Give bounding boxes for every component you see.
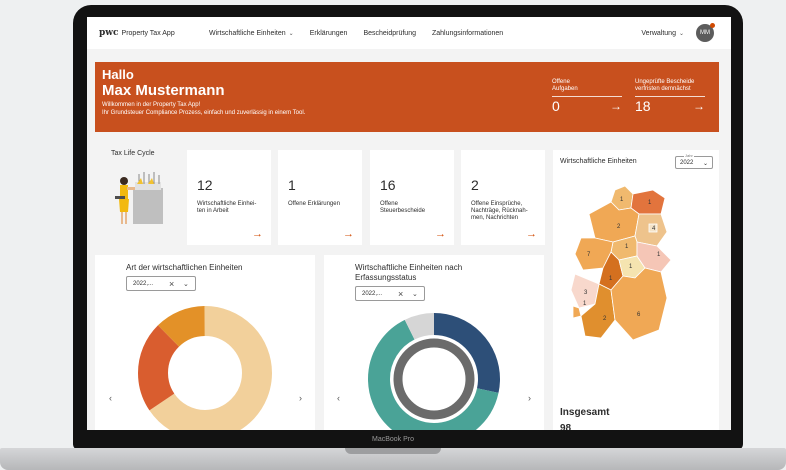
unit-type-donut-chart xyxy=(138,306,272,430)
welcome-banner: Hallo Max Mustermann Willkommen in der P… xyxy=(95,62,719,132)
app-screen: pwc Property Tax App Wirtschaftliche Ein… xyxy=(87,17,731,430)
unit-type-chart-title: Art der wirtschaftlichen Einheiten xyxy=(126,263,243,272)
nav-wirtschaftliche-einheiten[interactable]: Wirtschaftliche Einheiten ⌄ xyxy=(209,30,294,37)
year-select[interactable]: Jahr 2022 ⌄ xyxy=(675,153,713,169)
user-name: Max Mustermann xyxy=(102,82,225,99)
kpi-open-tasks[interactable]: Offene Aufgaben 0 → xyxy=(552,79,622,114)
chevron-left-icon[interactable]: ‹ xyxy=(337,393,340,403)
arrow-right-icon[interactable]: → xyxy=(343,228,354,240)
clear-icon[interactable]: × xyxy=(398,289,403,299)
region-ni[interactable] xyxy=(588,201,640,243)
chevron-left-icon[interactable]: ‹ xyxy=(109,393,112,403)
greeting: Hallo xyxy=(102,67,134,82)
capture-status-donut-chart xyxy=(368,313,500,430)
laptop-notch xyxy=(345,448,441,454)
pwc-logo: pwc xyxy=(99,28,119,38)
year-filter[interactable]: 2022,... × ⌄ xyxy=(126,276,196,291)
chevron-down-icon[interactable]: ⌄ xyxy=(183,280,189,288)
arrow-right-icon[interactable]: → xyxy=(435,228,446,240)
card-open-tax-notices[interactable]: 16 Offene Steuerbescheide → xyxy=(370,150,454,245)
kpi-unchecked-notices-value: 18 xyxy=(635,98,651,114)
total-value: 98 xyxy=(560,423,572,430)
nav-erklaerungen[interactable]: Erklärungen xyxy=(310,30,348,37)
chevron-right-icon[interactable]: › xyxy=(528,393,531,403)
tax-lifecycle-illustration xyxy=(115,172,163,224)
chevron-right-icon[interactable]: › xyxy=(299,393,302,403)
arrow-right-icon: → xyxy=(693,99,705,113)
total-label: Insgesamt xyxy=(560,407,610,418)
card-open-declarations[interactable]: 1 Offene Erklärungen → xyxy=(278,150,362,245)
nav-zahlungsinformationen[interactable]: Zahlungsinformationen xyxy=(432,30,503,37)
laptop-mockup: MacBook Pro pwc Property Tax App Wirtsch… xyxy=(0,0,786,470)
map-panel: Wirtschaftliche Einheiten Jahr 2022 ⌄ 1 … xyxy=(553,150,719,430)
welcome-text: Willkommen in der Property Tax App! xyxy=(102,102,201,108)
card-units-in-progress[interactable]: 12 Wirtschaftliche Einhei-ten in Arbeit … xyxy=(187,150,271,245)
chevron-down-icon: ⌄ xyxy=(678,30,684,37)
app-name: Property Tax App xyxy=(121,30,175,37)
chevron-down-icon: ⌄ xyxy=(288,30,294,37)
kpi-open-tasks-value: 0 xyxy=(552,98,560,114)
user-area: Verwaltung ⌄ MM xyxy=(641,23,715,42)
admin-menu[interactable]: Verwaltung ⌄ xyxy=(641,30,684,37)
capture-status-chart-panel: Wirtschaftliche Einheiten nach Erfassungs… xyxy=(324,255,544,430)
map-title: Wirtschaftliche Einheiten xyxy=(560,158,637,165)
inner-ring[interactable] xyxy=(393,338,475,420)
welcome-subtext: Ihr Grundsteuer Compliance Prozess, einf… xyxy=(102,110,306,116)
card-open-objections[interactable]: 2 Offene Einsprüche, Nachträge, Rücknah-m… xyxy=(461,150,545,245)
notification-dot xyxy=(710,23,715,28)
brand[interactable]: pwc Property Tax App xyxy=(99,28,197,38)
chevron-down-icon[interactable]: ⌄ xyxy=(412,290,418,298)
clear-icon[interactable]: × xyxy=(169,279,174,289)
nav-bescheidpruefung[interactable]: Bescheidprüfung xyxy=(363,30,416,37)
chevron-down-icon: ⌄ xyxy=(702,161,708,167)
unit-type-chart-panel: Art der wirtschaftlichen Einheiten 2022,… xyxy=(95,255,315,430)
top-navbar: pwc Property Tax App Wirtschaftliche Ein… xyxy=(87,17,731,49)
avatar[interactable]: MM xyxy=(696,23,715,42)
kpi-unchecked-notices[interactable]: Ungeprüfte Bescheide verfristen demnächst… xyxy=(635,79,705,114)
tax-lifecycle-title: Tax Life Cycle xyxy=(111,150,155,157)
arrow-right-icon: → xyxy=(610,99,622,113)
arrow-right-icon[interactable]: → xyxy=(526,228,537,240)
year-filter[interactable]: 2022,... × ⌄ xyxy=(355,286,425,301)
arrow-right-icon[interactable]: → xyxy=(252,228,263,240)
capture-status-chart-title: Wirtschaftliche Einheiten nach Erfassungs… xyxy=(355,263,463,282)
germany-map: 1 1 4 2 1 1 7 1 3 1 6 2 1 xyxy=(570,185,672,341)
device-label: MacBook Pro xyxy=(371,436,415,443)
tax-lifecycle[interactable]: Tax Life Cycle xyxy=(95,150,183,245)
